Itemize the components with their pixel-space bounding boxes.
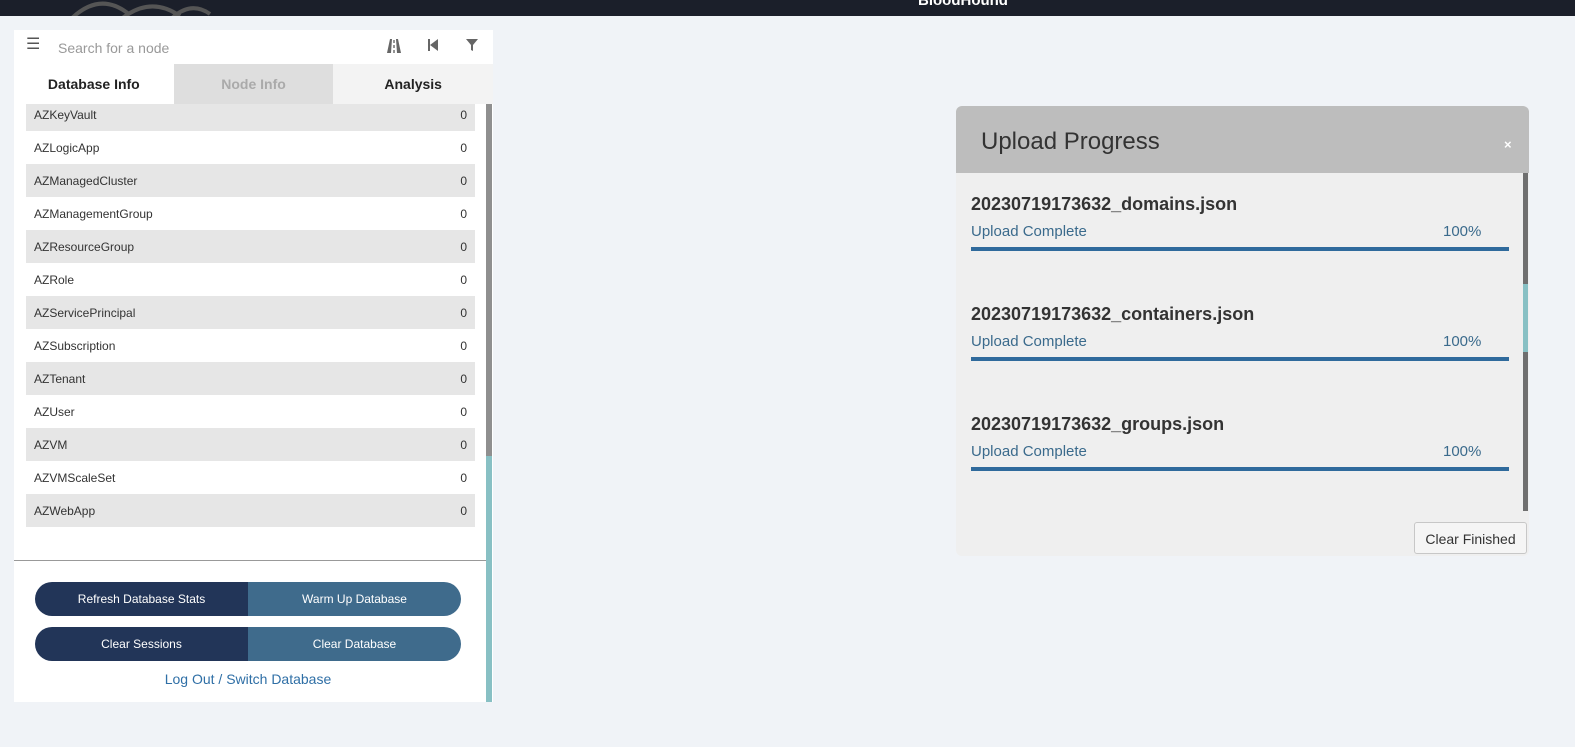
table-row: AZManagedCluster 0 <box>26 164 475 197</box>
stat-count: 0 <box>460 503 467 518</box>
logo-decoration <box>71 1 212 16</box>
upload-file-list: 20230719173632_domains.json Upload Compl… <box>956 173 1529 511</box>
upload-item: 20230719173632_groups.json Upload Comple… <box>971 414 1509 471</box>
upload-progress-modal: Upload Progress × 20230719173632_domains… <box>956 106 1529 556</box>
table-row: AZServicePrincipal 0 <box>26 296 475 329</box>
file-name: 20230719173632_containers.json <box>971 304 1255 324</box>
refresh-database-stats-button[interactable]: Refresh Database Stats <box>35 582 248 616</box>
logout-link[interactable]: Log Out / Switch Database <box>14 671 482 687</box>
divider <box>14 560 486 561</box>
upload-percent: 100% <box>1443 443 1482 460</box>
stat-count: 0 <box>460 173 467 188</box>
top-bar: BloodHound <box>0 0 1575 16</box>
stat-count: 0 <box>460 371 467 386</box>
clear-sessions-button[interactable]: Clear Sessions <box>35 627 248 661</box>
road-icon[interactable] <box>385 38 403 56</box>
stat-label: AZVM <box>34 437 68 452</box>
scrollbar-thumb[interactable] <box>486 104 492 456</box>
step-backward-icon[interactable] <box>424 38 442 56</box>
search-bar: ☰ <box>14 30 493 64</box>
warm-up-database-button[interactable]: Warm Up Database <box>248 582 461 616</box>
upload-item: 20230719173632_containers.json Upload Co… <box>971 304 1509 361</box>
search-input[interactable] <box>56 36 370 60</box>
table-row: AZWebApp 0 <box>26 494 475 527</box>
stat-count: 0 <box>460 338 467 353</box>
stat-label: AZRole <box>34 272 75 287</box>
stat-count: 0 <box>460 437 467 452</box>
stat-label: AZKeyVault <box>34 107 97 122</box>
clear-database-button[interactable]: Clear Database <box>248 627 461 661</box>
file-name: 20230719173632_domains.json <box>971 194 1238 214</box>
stat-label: AZUser <box>34 404 75 419</box>
upload-percent: 100% <box>1443 223 1482 240</box>
file-name: 20230719173632_groups.json <box>971 414 1225 434</box>
stat-label: AZServicePrincipal <box>34 305 136 320</box>
table-row: AZVMScaleSet 0 <box>26 461 475 494</box>
close-icon[interactable]: × <box>1504 137 1512 152</box>
stat-label: AZManagementGroup <box>34 206 153 221</box>
table-row: AZUser 0 <box>26 395 475 428</box>
db-actions-row-2: Clear Sessions Clear Database <box>35 627 461 661</box>
stat-label: AZResourceGroup <box>34 239 135 254</box>
stat-count: 0 <box>460 470 467 485</box>
progress-bar <box>971 357 1509 361</box>
progress-fill <box>971 357 1509 361</box>
stat-label: AZTenant <box>34 371 86 386</box>
database-stats-list: AZKeyVault 0 AZLogicApp 0 AZManagedCluster 0 A… <box>14 104 493 560</box>
panel-tabs: Database Info Node Info Analysis <box>14 64 494 104</box>
tab-analysis[interactable]: Analysis <box>333 64 494 104</box>
tab-database-info[interactable]: Database Info <box>14 64 174 104</box>
table-row: AZManagementGroup 0 <box>26 197 475 230</box>
stat-label: AZManagedCluster <box>34 173 138 188</box>
upload-item: 20230719173632_domains.json Upload Compl… <box>971 194 1509 251</box>
stat-label: AZLogicApp <box>34 140 100 155</box>
progress-fill <box>971 467 1509 471</box>
upload-percent: 100% <box>1443 333 1482 350</box>
table-row: AZResourceGroup 0 <box>26 230 475 263</box>
table-row: AZTenant 0 <box>26 362 475 395</box>
left-panel: ☰ Database Info Node Info Analysis AZKey… <box>14 30 494 702</box>
table-row: AZRole 0 <box>26 263 475 296</box>
table-row: AZLogicApp 0 <box>26 131 475 164</box>
stat-count: 0 <box>460 305 467 320</box>
tab-node-info[interactable]: Node Info <box>173 64 334 104</box>
stat-count: 0 <box>460 404 467 419</box>
db-actions-row-1: Refresh Database Stats Warm Up Database <box>35 582 461 616</box>
modal-title: Upload Progress <box>981 128 1160 155</box>
stat-count: 0 <box>460 206 467 221</box>
stat-label: AZWebApp <box>34 503 96 518</box>
upload-status: Upload Complete <box>971 223 1087 240</box>
progress-bar <box>971 247 1509 251</box>
upload-status: Upload Complete <box>971 443 1087 460</box>
clear-finished-button[interactable]: Clear Finished <box>1414 522 1527 554</box>
modal-scrollbar-thumb[interactable] <box>1523 284 1528 352</box>
table-row: AZSubscription 0 <box>26 329 475 362</box>
upload-status: Upload Complete <box>971 333 1087 350</box>
app-brand: BloodHound <box>918 0 1008 9</box>
stat-count: 0 <box>460 239 467 254</box>
table-row: AZKeyVault 0 <box>26 104 475 131</box>
filter-icon[interactable] <box>463 38 481 56</box>
progress-fill <box>971 247 1509 251</box>
stat-count: 0 <box>460 140 467 155</box>
hamburger-icon[interactable]: ☰ <box>26 37 40 53</box>
table-row: AZVM 0 <box>26 428 475 461</box>
stat-label: AZSubscription <box>34 338 116 353</box>
stat-count: 0 <box>460 107 467 122</box>
stat-label: AZVMScaleSet <box>34 470 116 485</box>
progress-bar <box>971 467 1509 471</box>
stat-count: 0 <box>460 272 467 287</box>
modal-header: Upload Progress × <box>956 106 1529 173</box>
